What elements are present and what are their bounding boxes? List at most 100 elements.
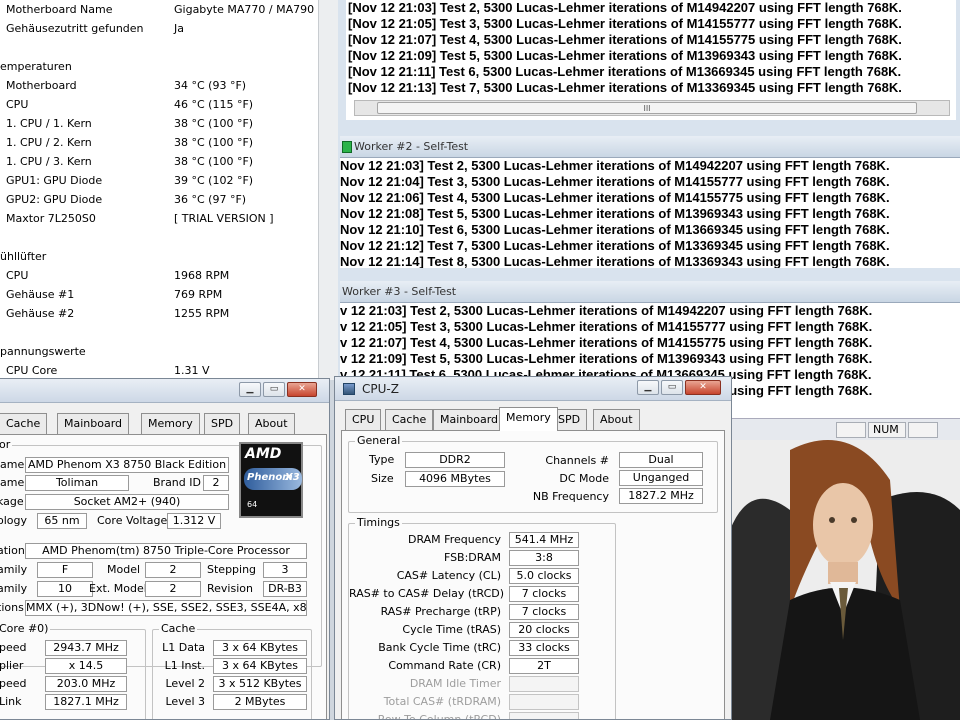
minimize-button[interactable]: ▁ (637, 380, 659, 395)
nb-frequency-label: NB Frequency (532, 490, 609, 503)
sensor-label: GPU2: GPU Diode (6, 193, 103, 206)
worker1-hscrollbar[interactable]: III (354, 100, 950, 116)
sensor-row[interactable]: Motherboard Name Gigabyte MA770 / MA790 (0, 0, 318, 19)
log-line: v 12 21:03] Test 2, 5300 Lucas-Lehmer it… (340, 303, 873, 318)
processor-group-title: or (0, 438, 13, 452)
model-value: 2 (145, 562, 201, 578)
log-line: [Nov 12 21:05] Test 3, 5300 Lucas-Lehmer… (348, 16, 902, 31)
tab-about[interactable]: About (593, 409, 640, 430)
cpuz-cpu-panel: or lame AMD Phenom X3 8750 Black Edition… (0, 434, 327, 719)
amd-phenom-logo: AMD Phenom X3 64 (239, 442, 303, 518)
sensor-value: 39 °C (102 °F) (174, 174, 254, 187)
sensor-section-header: pannungswerte (0, 345, 86, 358)
worker2-titlebar[interactable]: Worker #2 - Self-Test (340, 136, 960, 158)
timing-value (509, 676, 579, 692)
close-button[interactable]: ✕ (287, 382, 317, 397)
clock-value: 2943.7 MHz (45, 640, 127, 656)
sensor-value: Ja (174, 22, 184, 35)
sensor-row[interactable]: GPU1: GPU Diode 39 °C (102 °F) (0, 171, 318, 190)
sensor-row[interactable]: Motherboard 34 °C (93 °F) (0, 76, 318, 95)
cpuz-memory-titlebar[interactable]: CPU-Z ▁ ▭ ✕ (335, 377, 731, 401)
size-label: Size (371, 472, 394, 485)
cache-group: Cache L1 Data 3 x 64 KBytes L1 Inst. 3 x 64… (152, 622, 312, 719)
timing-value: 33 clocks (509, 640, 579, 656)
timing-value: 2T (509, 658, 579, 674)
sensor-row[interactable]: Gehäuse #2 1255 RPM (0, 304, 318, 323)
technology-label: ology (0, 514, 28, 527)
revision-value: DR-B3 (263, 581, 307, 597)
cache-label: L1 Data (162, 641, 205, 654)
log-line: v 12 21:05] Test 3, 5300 Lucas-Lehmer it… (340, 319, 873, 334)
tab-mainboard[interactable]: Mainboard (57, 413, 130, 434)
worker3-title: Worker #3 - Self-Test (342, 285, 457, 298)
sensor-row[interactable]: Gehäusezutritt gefunden Ja (0, 19, 318, 38)
desktop-photo (730, 440, 960, 720)
minimize-button[interactable]: ▁ (239, 382, 261, 397)
timing-value: 5.0 clocks (509, 568, 579, 584)
cpuz-cpu-titlebar[interactable]: ▁ ▭ ✕ (0, 379, 329, 403)
sensor-value: 34 °C (93 °F) (174, 79, 247, 92)
model-label: Model (107, 563, 141, 576)
channels-value: Dual (619, 452, 703, 468)
type-value: DDR2 (405, 452, 505, 468)
general-group-title: General (355, 434, 403, 448)
sensor-row[interactable]: Maxtor 7L250S0 [ TRIAL VERSION ] (0, 209, 318, 228)
cache-label: Level 3 (165, 695, 205, 708)
timing-value (509, 712, 579, 719)
worker3-titlebar[interactable]: Worker #3 - Self-Test (340, 281, 960, 303)
timing-value: 7 clocks (509, 586, 579, 602)
sensor-row[interactable]: 1. CPU / 2. Kern 38 °C (100 °F) (0, 133, 318, 152)
maximize-button[interactable]: ▭ (263, 382, 285, 397)
stepping-label: Stepping (207, 563, 257, 576)
sensor-row[interactable]: CPU 46 °C (115 °F) (0, 95, 318, 114)
worker1-scroll-thumb[interactable]: III (377, 102, 917, 114)
core-voltage-value: 1.312 V (167, 513, 221, 529)
codename-value: Toliman (25, 475, 129, 491)
sensor-label: Maxtor 7L250S0 (6, 212, 96, 225)
codename-label: lame (0, 476, 25, 489)
specification-value: AMD Phenom(tm) 8750 Triple-Core Processo… (25, 543, 307, 559)
ext-family-label: amily (0, 582, 28, 595)
instructions-label: tions (0, 601, 24, 614)
sensor-row[interactable]: 1. CPU / 3. Kern 38 °C (100 °F) (0, 152, 318, 171)
tab-spd[interactable]: SPD (204, 413, 241, 434)
timing-label: DRAM Frequency (407, 533, 501, 546)
tab-cache[interactable]: Cache (0, 413, 48, 434)
cpuz-window-title: CPU-Z (362, 382, 399, 396)
sensor-panel: Motherboard Name Gigabyte MA770 / MA790 Ge… (0, 0, 338, 380)
sensor-row[interactable]: CPU 1968 RPM (0, 266, 318, 285)
cache-value: 2 MBytes (213, 694, 307, 710)
sensor-value: 36 °C (97 °F) (174, 193, 247, 206)
sensor-row[interactable]: Gehäuse #1 769 RPM (0, 285, 318, 304)
tab-memory[interactable]: Memory (499, 407, 558, 431)
ext-family-value: 10 (37, 581, 93, 597)
tab-mainboard[interactable]: Mainboard (433, 409, 506, 430)
close-button[interactable]: ✕ (685, 380, 721, 395)
cpuz-memory-panel: General Type DDR2 Size 4096 MBytes Chann… (341, 430, 725, 719)
sensor-value: 769 RPM (174, 288, 223, 301)
sensor-label: Motherboard (6, 79, 77, 92)
sensor-label: Gehäusezutritt gefunden (6, 22, 144, 35)
tab-cpu[interactable]: CPU (345, 409, 382, 430)
worker2-title: Worker #2 - Self-Test (354, 140, 469, 153)
timing-value: 541.4 MHz (509, 532, 579, 548)
worker1-log: [Nov 12 21:03] Test 2, 5300 Lucas-Lehmer… (346, 0, 956, 120)
sensor-value: 38 °C (100 °F) (174, 155, 254, 168)
tab-about[interactable]: About (248, 413, 295, 434)
tab-cache[interactable]: Cache (385, 409, 434, 430)
prime95-window: [Nov 12 21:03] Test 2, 5300 Lucas-Lehmer… (338, 0, 960, 440)
sensor-row[interactable]: 1. CPU / 1. Kern 38 °C (100 °F) (0, 114, 318, 133)
sensor-scrollbar[interactable] (318, 0, 338, 380)
cache-label: L1 Inst. (164, 659, 205, 672)
cpuz-cpu-window: ▁ ▭ ✕ Cache Mainboard MemorySPD About or la… (0, 378, 330, 720)
maximize-button[interactable]: ▭ (661, 380, 683, 395)
sensor-value: 38 °C (100 °F) (174, 117, 254, 130)
tab-memory[interactable]: Memory (141, 413, 200, 434)
instructions-value: MMX (+), 3DNow! (+), SSE, SSE2, SSE3, SS… (25, 600, 307, 616)
channels-label: Channels # (545, 454, 609, 467)
clock-value: 1827.1 MHz (45, 694, 127, 710)
sensor-row[interactable]: GPU2: GPU Diode 36 °C (97 °F) (0, 190, 318, 209)
cpuz-memory-window: CPU-Z ▁ ▭ ✕ CPU Cache Mainboard Memory SPD Ab… (334, 376, 732, 720)
specification-label: ation (0, 544, 25, 557)
timing-label: CAS# Latency (CL) (396, 569, 501, 582)
